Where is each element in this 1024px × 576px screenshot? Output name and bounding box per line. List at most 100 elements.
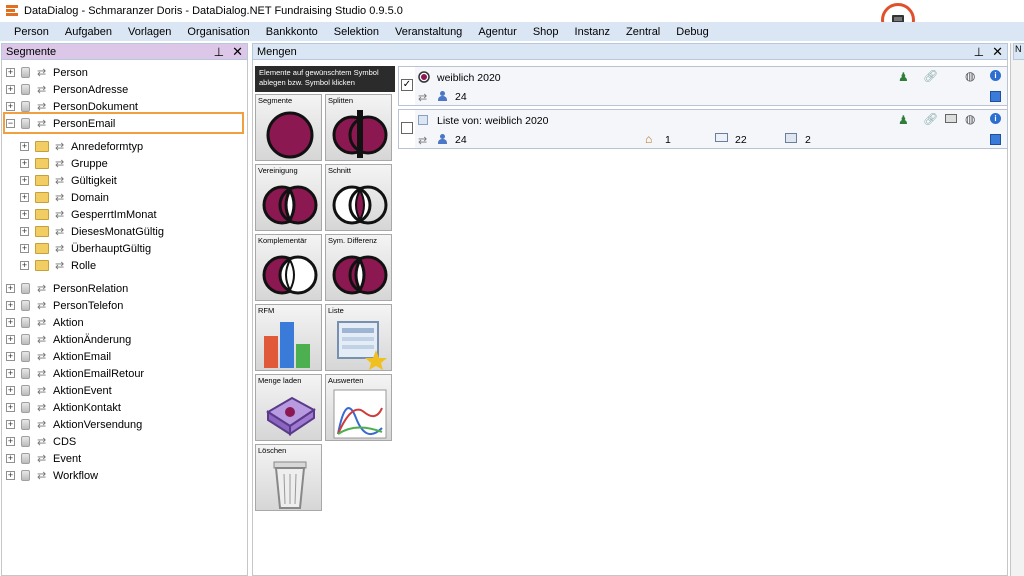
expand-icon[interactable]: + bbox=[20, 142, 29, 151]
menu-item-aufgaben[interactable]: Aufgaben bbox=[57, 26, 120, 38]
tree-item[interactable]: + ⇄ PersonRelation bbox=[6, 280, 128, 297]
palette-tile[interactable]: Liste bbox=[325, 304, 392, 371]
right-panel-tab[interactable]: N bbox=[1013, 43, 1024, 60]
expand-icon[interactable]: + bbox=[20, 244, 29, 253]
segment-tree: + ⇄ Person + ⇄ PersonAdresse + ⇄ PersonDokument −… bbox=[1, 60, 248, 576]
relation-icon: ⇄ bbox=[55, 209, 65, 221]
palette-tile[interactable]: Vereinigung bbox=[255, 164, 322, 231]
tree-item[interactable]: + ⇄ AktionEvent bbox=[6, 382, 112, 399]
palette-tile[interactable]: Komplementär bbox=[255, 234, 322, 301]
export-icon[interactable] bbox=[945, 114, 957, 123]
tree-item[interactable]: + ⇄ AktionEmailRetour bbox=[6, 365, 144, 382]
segmente-pane-title: Segmente bbox=[6, 45, 57, 58]
expand-icon[interactable]: + bbox=[20, 193, 29, 202]
menu-item-bankkonto[interactable]: Bankkonto bbox=[258, 26, 326, 38]
expand-icon[interactable]: + bbox=[20, 227, 29, 236]
palette-tile[interactable]: Auswerten bbox=[325, 374, 392, 441]
tree-item[interactable]: + ⇄ Anredeformtyp bbox=[20, 138, 143, 155]
menu-item-veranstaltung[interactable]: Veranstaltung bbox=[387, 26, 470, 38]
save-icon[interactable] bbox=[990, 91, 1001, 102]
menu-item-zentral[interactable]: Zentral bbox=[618, 26, 668, 38]
expand-icon[interactable]: + bbox=[6, 471, 15, 480]
tree-item[interactable]: + ⇄ AktionKontakt bbox=[6, 399, 121, 416]
palette-tile[interactable]: Splitten bbox=[325, 94, 392, 161]
info-icon[interactable]: i bbox=[990, 113, 1001, 124]
globe-icon[interactable]: ◍ bbox=[965, 69, 975, 83]
palette-tile[interactable]: Löschen bbox=[255, 444, 322, 511]
menu-item-person[interactable]: Person bbox=[6, 26, 57, 38]
set-checkbox[interactable] bbox=[401, 122, 413, 134]
tree-item[interactable]: + ⇄ Aktion bbox=[6, 314, 84, 331]
expand-icon[interactable]: + bbox=[6, 403, 15, 412]
palette-tile-label: Liste bbox=[328, 306, 344, 315]
link-icon[interactable]: 🔗︎ bbox=[923, 69, 938, 83]
tree-item[interactable]: + ⇄ AktionÄnderung bbox=[6, 331, 131, 348]
tree-item[interactable]: + ⇄ Person bbox=[6, 64, 88, 81]
tree-item[interactable]: + ⇄ DiesesMonatGültig bbox=[20, 223, 164, 240]
database-icon bbox=[21, 470, 30, 481]
tree-item[interactable]: + ⇄ Gültigkeit bbox=[20, 172, 117, 189]
expand-icon[interactable]: + bbox=[6, 437, 15, 446]
user-group-icon[interactable]: ♟ bbox=[898, 113, 909, 127]
save-icon[interactable] bbox=[990, 134, 1001, 145]
tree-item[interactable]: + ⇄ ÜberhauptGültig bbox=[20, 240, 151, 257]
expand-icon[interactable]: + bbox=[6, 102, 15, 111]
menu-item-instanz[interactable]: Instanz bbox=[567, 26, 618, 38]
expand-icon[interactable]: + bbox=[6, 284, 15, 293]
palette-tile[interactable]: Sym. Differenz bbox=[325, 234, 392, 301]
set-count: 24 bbox=[455, 91, 467, 103]
expand-icon[interactable]: + bbox=[6, 352, 15, 361]
expand-icon[interactable]: + bbox=[6, 335, 15, 344]
close-icon[interactable]: ✕ bbox=[992, 44, 1003, 60]
expand-icon[interactable]: + bbox=[20, 176, 29, 185]
palette-tile[interactable]: Segmente bbox=[255, 94, 322, 161]
menu-item-organisation[interactable]: Organisation bbox=[179, 26, 257, 38]
tree-item[interactable]: + ⇄ AktionEmail bbox=[6, 348, 111, 365]
expand-icon[interactable]: + bbox=[20, 210, 29, 219]
expand-icon[interactable]: + bbox=[20, 159, 29, 168]
tree-item[interactable]: + ⇄ CDS bbox=[6, 433, 76, 450]
palette-tile[interactable]: Schnitt bbox=[325, 164, 392, 231]
palette-tile[interactable]: Menge laden bbox=[255, 374, 322, 441]
pin-icon[interactable]: ⊥ bbox=[974, 45, 984, 59]
link-icon[interactable]: 🔗︎ bbox=[923, 112, 938, 126]
tree-item[interactable]: + ⇄ PersonAdresse bbox=[6, 81, 128, 98]
menu-item-vorlagen[interactable]: Vorlagen bbox=[120, 26, 179, 38]
title-bar: DataDialog - Schmaranzer Doris - DataDia… bbox=[0, 0, 1024, 22]
tree-item-label: PersonRelation bbox=[53, 282, 129, 295]
expand-icon[interactable]: + bbox=[6, 318, 15, 327]
tree-item[interactable]: + ⇄ Workflow bbox=[6, 467, 98, 484]
palette-tile[interactable]: RFM bbox=[255, 304, 322, 371]
tree-item[interactable]: + ⇄ Gruppe bbox=[20, 155, 108, 172]
expand-icon[interactable]: + bbox=[20, 261, 29, 270]
tree-item[interactable]: + ⇄ GesperrtImMonat bbox=[20, 206, 157, 223]
menu-item-agentur[interactable]: Agentur bbox=[470, 26, 525, 38]
menu-item-selektion[interactable]: Selektion bbox=[326, 26, 387, 38]
set-card[interactable]: ✓ weiblich 2020 ⇄ 24 ♟ 🔗︎ ◍ i bbox=[398, 66, 1008, 106]
tree-item[interactable]: + ⇄ AktionVersendung bbox=[6, 416, 142, 433]
tree-item[interactable]: + ⇄ Domain bbox=[20, 189, 109, 206]
set-card[interactable]: Liste von: weiblich 2020 ⇄ 24 ⌂ 1 22 2 ♟… bbox=[398, 109, 1008, 149]
pin-icon[interactable]: ⊥ bbox=[214, 45, 224, 59]
close-icon[interactable]: ✕ bbox=[232, 44, 243, 60]
user-group-icon[interactable]: ♟ bbox=[898, 70, 909, 84]
expand-icon[interactable]: + bbox=[6, 420, 15, 429]
tree-item[interactable]: + ⇄ Rolle bbox=[20, 257, 96, 274]
menu-item-debug[interactable]: Debug bbox=[668, 26, 716, 38]
info-icon[interactable]: i bbox=[990, 70, 1001, 81]
expand-icon[interactable]: + bbox=[6, 454, 15, 463]
expand-icon[interactable]: + bbox=[6, 68, 15, 77]
menu-item-shop[interactable]: Shop bbox=[525, 26, 567, 38]
expand-icon[interactable]: + bbox=[6, 386, 15, 395]
tree-item[interactable]: + ⇄ PersonTelefon bbox=[6, 297, 123, 314]
relation-icon: ⇄ bbox=[55, 243, 65, 255]
tree-item-label: CDS bbox=[53, 435, 77, 448]
globe-icon[interactable]: ◍ bbox=[965, 112, 975, 126]
expand-icon[interactable]: + bbox=[6, 369, 15, 378]
set-checkbox[interactable]: ✓ bbox=[401, 79, 413, 91]
expand-icon[interactable]: + bbox=[6, 85, 15, 94]
email-icon bbox=[715, 133, 728, 142]
expand-icon[interactable]: + bbox=[6, 301, 15, 310]
tree-item[interactable]: + ⇄ Event bbox=[6, 450, 81, 467]
address-card-icon bbox=[785, 133, 797, 143]
